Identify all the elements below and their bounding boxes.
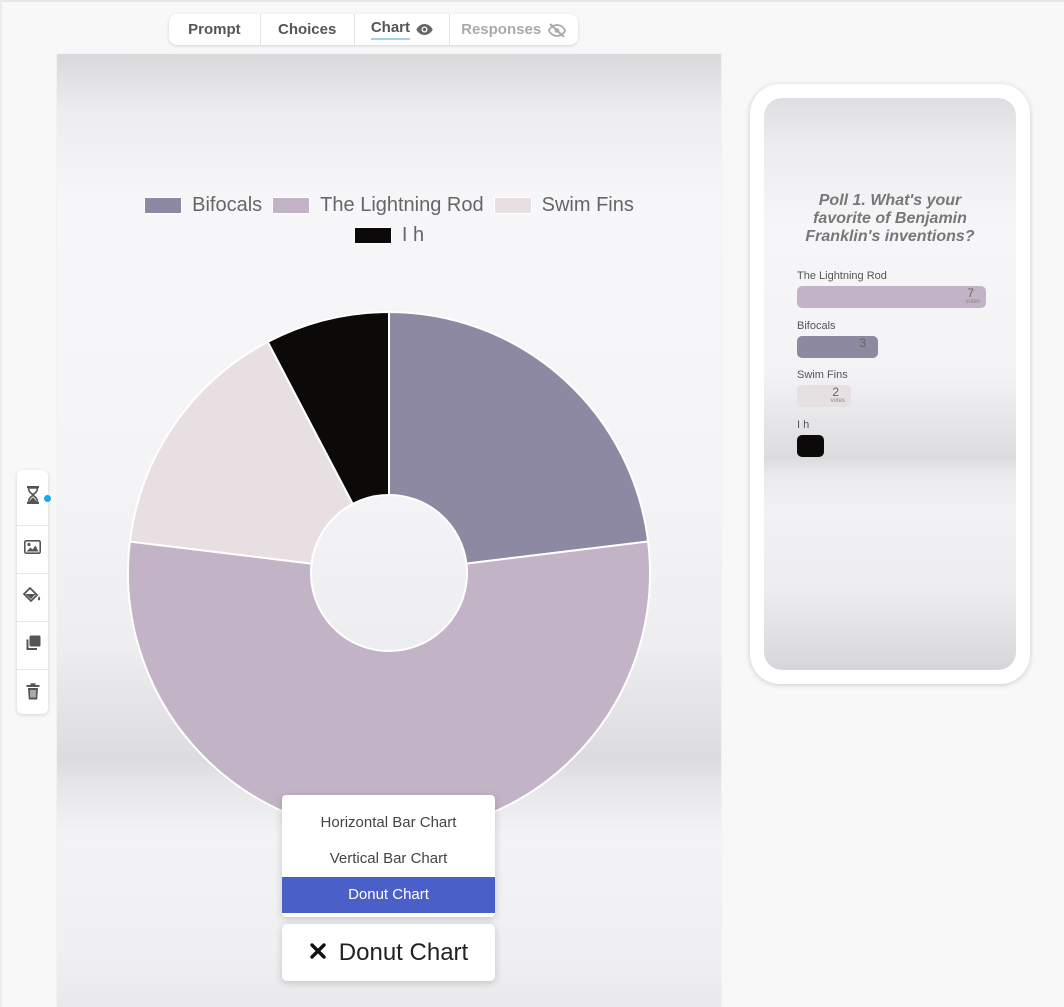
tab-label: Chart [370,19,411,40]
result-unit: votes [857,349,872,355]
tab-responses[interactable]: Responses [450,14,578,45]
result-bar: 3 votes [797,336,878,358]
tab-label: Prompt [188,21,241,38]
result-bar: 2 votes [797,385,851,407]
menu-item-horizontal-bar[interactable]: Horizontal Bar Chart [282,804,495,841]
duplicate-button[interactable] [17,622,48,670]
tab-label: Responses [461,21,542,38]
eye-icon[interactable] [416,24,433,35]
result-unit: votes [965,299,980,305]
tab-choices[interactable]: Choices [261,14,355,45]
result-bar: 7 votes [797,286,986,308]
result-label: Bifocals [797,320,836,332]
poll-title: Poll 1. What's your favorite of Benjamin… [805,192,975,245]
tab-label: Choices [277,21,337,38]
result-unit: votes [830,398,845,404]
left-border [0,0,2,1007]
top-border [0,0,1064,2]
copy-icon [25,635,41,656]
donut-slice-the-lightning-rod[interactable] [127,540,651,835]
hourglass-icon [26,486,40,509]
preview-screen: Poll 1. What's your favorite of Benjamin… [764,98,1016,670]
result-label: I h [797,419,810,431]
result-bar [797,435,824,457]
eye-slash-icon[interactable] [547,22,567,37]
side-toolbar [17,470,48,714]
fill-color-button[interactable] [17,574,48,622]
editor-tabs: Prompt Choices Chart Responses [169,14,578,45]
menu-item-donut[interactable]: Donut Chart [282,877,495,913]
chart-type-select-label: Donut Chart [338,938,469,966]
close-icon[interactable] [309,939,327,967]
result-count: 7 [967,286,974,300]
phone-preview: Poll 1. What's your favorite of Benjamin… [750,84,1030,684]
result-count: 2 [832,385,839,399]
tab-chart[interactable]: Chart [355,14,451,45]
chart-type-select[interactable]: Donut Chart [282,924,495,981]
result-label: Swim Fins [797,369,848,381]
chart-type-menu: Horizontal Bar Chart Vertical Bar Chart … [282,795,495,917]
result-count: 3 [859,336,866,350]
trash-icon [26,682,40,705]
delete-button[interactable] [17,670,48,717]
tab-prompt[interactable]: Prompt [169,14,261,45]
result-label: The Lightning Rod [797,270,887,282]
donut-slice-bifocals[interactable] [388,310,650,565]
timer-indicator-dot [44,495,51,502]
image-button[interactable] [17,526,48,574]
paint-bucket-icon [22,586,42,609]
menu-item-vertical-bar[interactable]: Vertical Bar Chart [282,841,495,877]
image-icon [24,540,41,559]
